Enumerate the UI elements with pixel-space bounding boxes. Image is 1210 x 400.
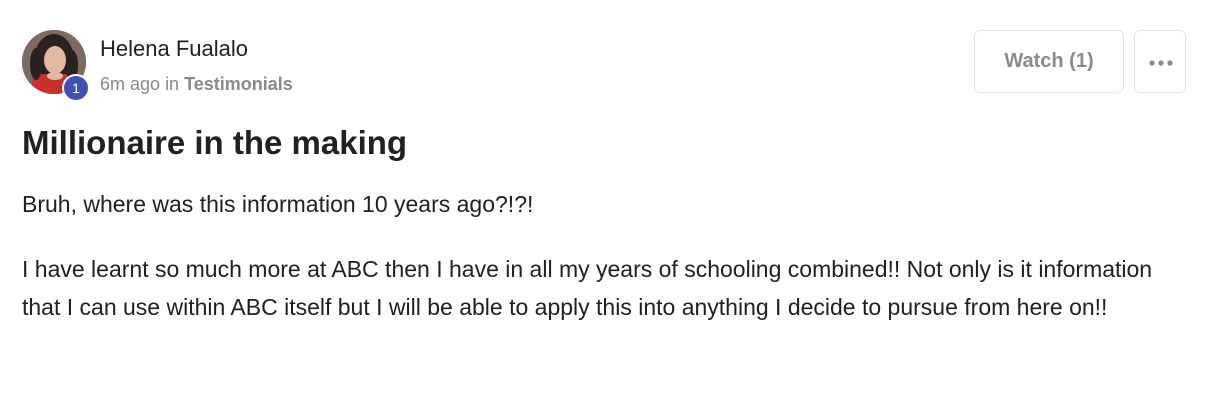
level-badge: 1	[62, 74, 90, 102]
author-avatar-container[interactable]: 1	[22, 30, 90, 102]
more-horizontal-icon	[1149, 60, 1173, 66]
post-card: 1 Helena Fualalo 6m ago in Testimonials …	[0, 0, 1210, 400]
more-options-button[interactable]	[1134, 30, 1186, 93]
post-title: Millionaire in the making	[22, 124, 408, 161]
post-meta: 6m ago in Testimonials	[100, 72, 293, 96]
post-time: 6m ago	[100, 74, 161, 94]
category-link[interactable]: Testimonials	[184, 74, 293, 94]
post-in-label: in	[165, 74, 180, 94]
watch-button[interactable]: Watch (1)	[974, 30, 1124, 93]
post-paragraph: I have learnt so much more at ABC then I…	[22, 256, 1153, 320]
author-name[interactable]: Helena Fualalo	[100, 36, 248, 62]
post-paragraph: Bruh, where was this information 10 year…	[22, 191, 534, 217]
